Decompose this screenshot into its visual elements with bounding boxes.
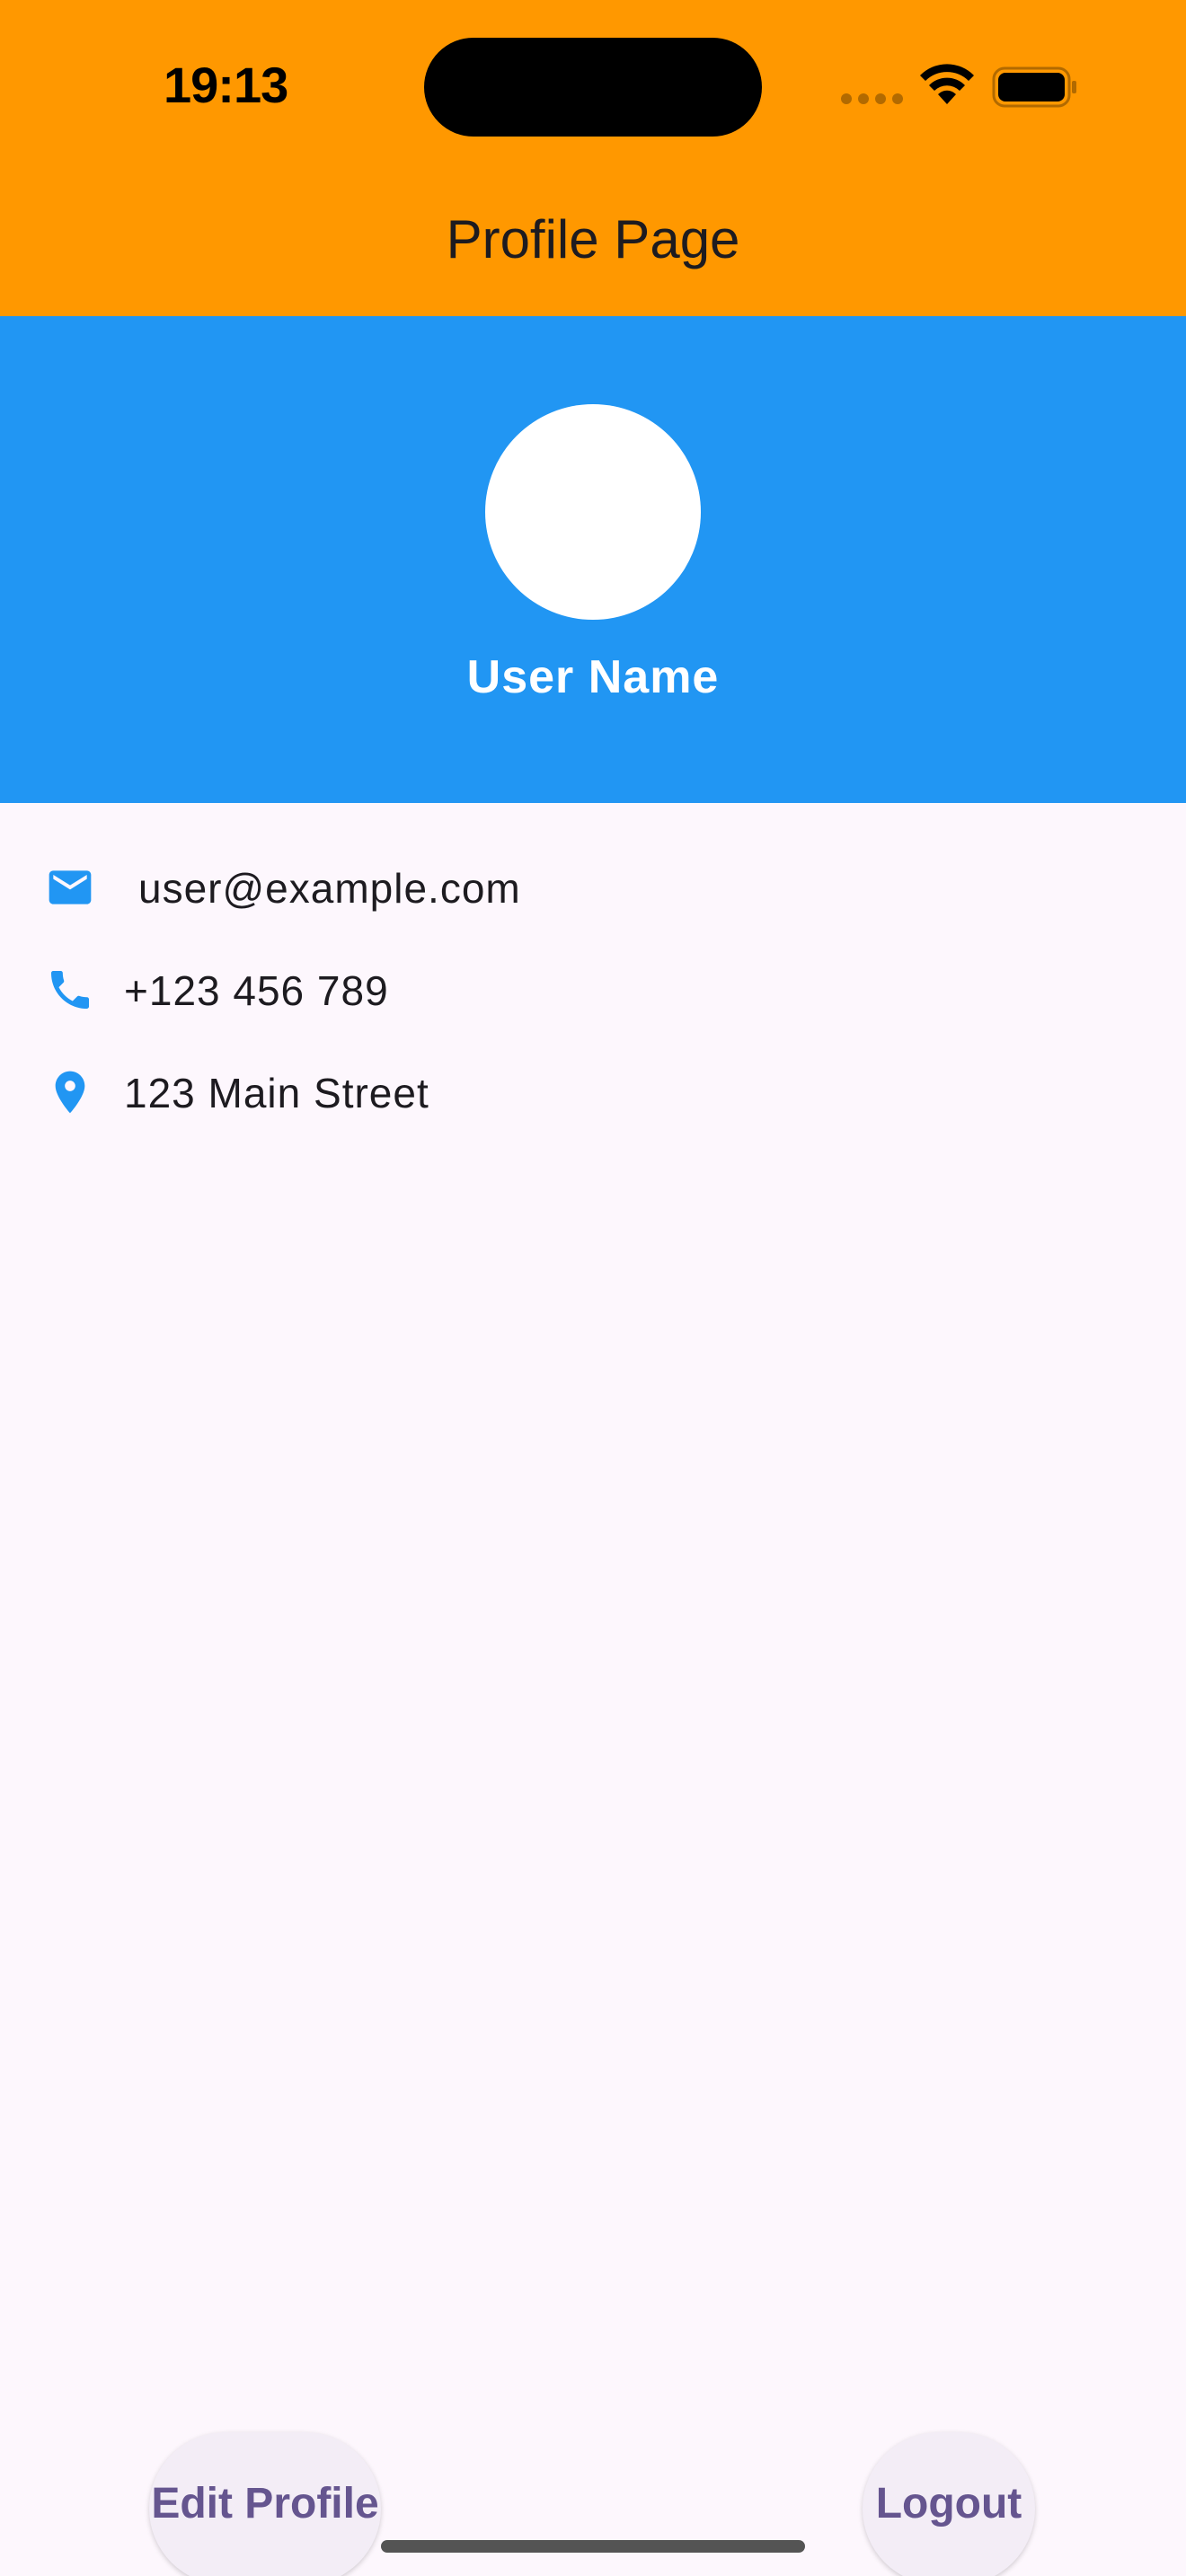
- address-row: 123 Main Street: [0, 1047, 1186, 1137]
- profile-header: User Name: [0, 316, 1186, 803]
- battery-icon: [992, 66, 1076, 108]
- location-pin-icon: [55, 1071, 85, 1114]
- page-title: Profile Page: [446, 209, 740, 269]
- status-time: 19:13: [164, 57, 288, 113]
- app-bar: 19:13 Profile Page: [0, 0, 1186, 316]
- phone-row: +123 456 789: [0, 945, 1186, 1035]
- home-indicator[interactable]: [381, 2540, 805, 2553]
- logout-button[interactable]: Logout: [863, 2432, 1035, 2576]
- cellular-signal-icon: [841, 93, 904, 104]
- avatar: [485, 404, 701, 620]
- profile-screen: 19:13 Profile Page User Name user@exampl…: [0, 0, 1186, 2576]
- dynamic-island: [424, 38, 762, 137]
- wifi-icon: [920, 64, 974, 104]
- edit-profile-button[interactable]: Edit Profile: [149, 2432, 381, 2576]
- phone-text: +123 456 789: [124, 967, 389, 1014]
- address-text: 123 Main Street: [124, 1070, 429, 1116]
- user-name: User Name: [466, 651, 720, 703]
- email-text: user@example.com: [138, 865, 521, 912]
- email-row: user@example.com: [0, 842, 1186, 932]
- email-icon: [49, 870, 92, 904]
- phone-icon: [51, 971, 89, 1009]
